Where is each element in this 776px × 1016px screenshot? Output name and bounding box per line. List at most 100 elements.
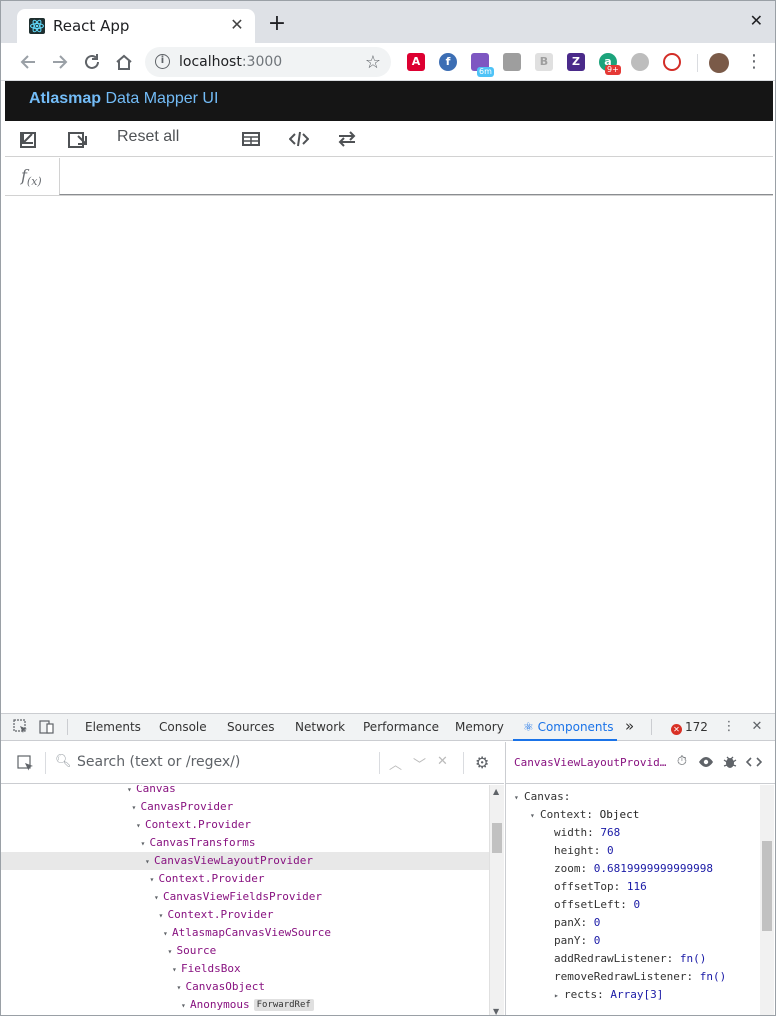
search-clear-icon[interactable]: ✕ xyxy=(437,754,448,769)
search-next-icon[interactable]: ﹀ xyxy=(413,754,426,773)
code-icon[interactable] xyxy=(288,129,310,149)
select-component-icon[interactable] xyxy=(17,755,35,773)
expand-arrow-icon[interactable]: ▾ xyxy=(514,789,524,807)
component-search-input[interactable]: Search (text or /regex/) xyxy=(77,754,240,770)
tree-row[interactable]: ▾ CanvasViewLayoutProvider xyxy=(1,852,489,870)
window-close-button[interactable]: ✕ xyxy=(750,11,763,30)
eye-icon[interactable] xyxy=(698,754,714,770)
tree-row[interactable]: ▾ Context.Provider xyxy=(1,816,489,834)
prop-row[interactable]: removeRedrawListener: fn() xyxy=(506,968,726,986)
tree-row[interactable]: ▾ CanvasTransforms xyxy=(1,834,489,852)
expand-arrow-icon[interactable]: ▾ xyxy=(154,889,163,907)
profile-avatar[interactable] xyxy=(709,53,729,73)
expand-arrow-icon[interactable]: ▾ xyxy=(136,817,145,835)
zotero-icon[interactable]: Z xyxy=(567,53,585,71)
swap-icon[interactable] xyxy=(337,129,357,149)
tree-row[interactable]: ▾ CanvasProvider xyxy=(1,798,489,816)
prop-row[interactable]: ▾ Context: Object xyxy=(506,806,639,824)
props-panel[interactable]: ▾ Canvas: ▾ Context: Object width: 768 heigh… xyxy=(506,785,762,1015)
tree-row[interactable]: ▾ FieldsBox xyxy=(1,960,489,978)
expand-arrow-icon[interactable]: ▾ xyxy=(150,871,159,889)
reset-all-button[interactable]: Reset all xyxy=(117,128,179,146)
expand-arrow-icon[interactable]: ▾ xyxy=(145,853,154,871)
tree-scrollbar[interactable]: ▲ ▼ xyxy=(489,785,504,1015)
bookmark-star-icon[interactable]: ☆ xyxy=(365,52,381,73)
gear-icon[interactable]: ⚙ xyxy=(475,753,489,772)
tab-network[interactable]: Network xyxy=(295,720,345,734)
tab-close-icon[interactable]: ✕ xyxy=(229,17,245,33)
prop-row[interactable]: zoom: 0.6819999999999998 xyxy=(506,860,713,878)
reload-icon[interactable] xyxy=(81,51,103,73)
scroll-down-icon[interactable]: ▼ xyxy=(493,1007,499,1015)
back-arrow-icon[interactable] xyxy=(17,51,39,73)
prop-row[interactable]: addRedrawListener: fn() xyxy=(506,950,706,968)
chat-bubble-icon[interactable] xyxy=(631,53,649,71)
tree-row[interactable]: ▾ CanvasViewFieldsProvider xyxy=(1,888,489,906)
devtools-menu-icon[interactable]: ⋮ xyxy=(721,719,737,735)
tree-row[interactable]: ▾ Source xyxy=(1,942,489,960)
prop-row[interactable]: height: 0 xyxy=(506,842,614,860)
expand-arrow-icon[interactable]: ▾ xyxy=(159,907,168,925)
url-text[interactable]: localhost:3000 xyxy=(179,54,282,70)
fedora-icon[interactable]: f xyxy=(439,53,457,71)
expand-arrow-icon[interactable]: ▾ xyxy=(163,925,172,943)
expand-arrow-icon[interactable]: ▾ xyxy=(132,799,141,817)
angular-icon[interactable]: A xyxy=(407,53,425,71)
search-prev-icon[interactable]: ︿ xyxy=(389,754,402,773)
expand-arrow-icon[interactable]: ▾ xyxy=(530,807,540,825)
view-source-icon[interactable] xyxy=(745,754,763,770)
more-tabs-button[interactable]: » xyxy=(625,717,634,735)
b-ext-icon[interactable]: B xyxy=(535,53,553,71)
expand-arrow-icon[interactable]: ▾ xyxy=(127,785,136,799)
tree-row[interactable]: ▾ AtlasmapCanvasViewSource xyxy=(1,924,489,942)
expand-arrow-icon[interactable]: ▾ xyxy=(172,961,181,979)
forward-arrow-icon[interactable] xyxy=(49,51,71,73)
tree-row[interactable]: ▾ Anonymous ForwardRef xyxy=(1,996,489,1014)
scroll-up-icon[interactable]: ▲ xyxy=(493,787,499,796)
browser-menu-icon[interactable]: ⋮ xyxy=(745,52,763,72)
grey-ext-icon[interactable] xyxy=(503,53,521,71)
bug-icon[interactable] xyxy=(722,754,738,770)
prop-row[interactable]: offsetTop: 116 xyxy=(506,878,647,896)
expand-arrow-icon[interactable]: ▾ xyxy=(181,997,190,1015)
tab-performance[interactable]: Performance xyxy=(363,720,439,734)
tab-memory[interactable]: Memory xyxy=(455,720,504,734)
device-toolbar-icon[interactable] xyxy=(39,719,55,735)
function-icon[interactable]: f(x) xyxy=(21,166,42,188)
mapping-canvas[interactable] xyxy=(5,197,773,713)
expression-input[interactable] xyxy=(59,158,773,195)
tree-row[interactable]: ▾ Context.Provider xyxy=(1,906,489,924)
expand-arrow-icon[interactable]: ▾ xyxy=(177,979,186,997)
export-icon[interactable] xyxy=(67,129,87,149)
tab-sources[interactable]: Sources xyxy=(227,720,274,734)
props-scroll-thumb[interactable] xyxy=(762,841,772,931)
address-bar[interactable]: i localhost:3000 ☆ xyxy=(145,47,391,77)
tree-row[interactable]: ▾ Canvas xyxy=(1,785,489,798)
stopwatch-icon[interactable]: ⏱ xyxy=(674,754,690,770)
inspect-element-icon[interactable] xyxy=(13,719,29,735)
tree-row[interactable]: ▾ Context.Provider xyxy=(1,870,489,888)
component-tree[interactable]: ▾ Canvas ▾ CanvasProvider ▾ Context.Provider ▾… xyxy=(1,785,489,1015)
new-tab-button[interactable]: + xyxy=(267,13,287,35)
tree-row[interactable]: ▾ CanvasObject xyxy=(1,978,489,996)
tab-react-app[interactable]: React App ✕ xyxy=(17,9,255,43)
expand-arrow-icon[interactable]: ▾ xyxy=(168,943,177,961)
prop-row[interactable]: ▾ Canvas: xyxy=(506,788,570,806)
props-scrollbar[interactable] xyxy=(760,785,774,1015)
prop-row[interactable]: panX: 0 xyxy=(506,914,600,932)
prop-row[interactable]: offsetLeft: 0 xyxy=(506,896,640,914)
tab-components[interactable]: ⚛ Components xyxy=(523,720,614,734)
import-icon[interactable] xyxy=(19,129,39,149)
table-view-icon[interactable] xyxy=(241,129,261,149)
prop-row[interactable]: ▸ rects: Array[3] xyxy=(506,986,663,1004)
error-counter[interactable]: ✕ 172 xyxy=(671,720,708,735)
tree-scroll-thumb[interactable] xyxy=(492,823,502,853)
devtools-close-icon[interactable]: ✕ xyxy=(749,719,765,735)
info-icon[interactable]: i xyxy=(155,54,170,69)
prop-row[interactable]: panY: 0 xyxy=(506,932,600,950)
lastpass-icon[interactable] xyxy=(663,53,681,71)
tab-elements[interactable]: Elements xyxy=(85,720,141,734)
home-icon[interactable] xyxy=(113,51,135,73)
tab-console[interactable]: Console xyxy=(159,720,207,734)
expand-arrow-icon[interactable]: ▾ xyxy=(141,835,150,853)
